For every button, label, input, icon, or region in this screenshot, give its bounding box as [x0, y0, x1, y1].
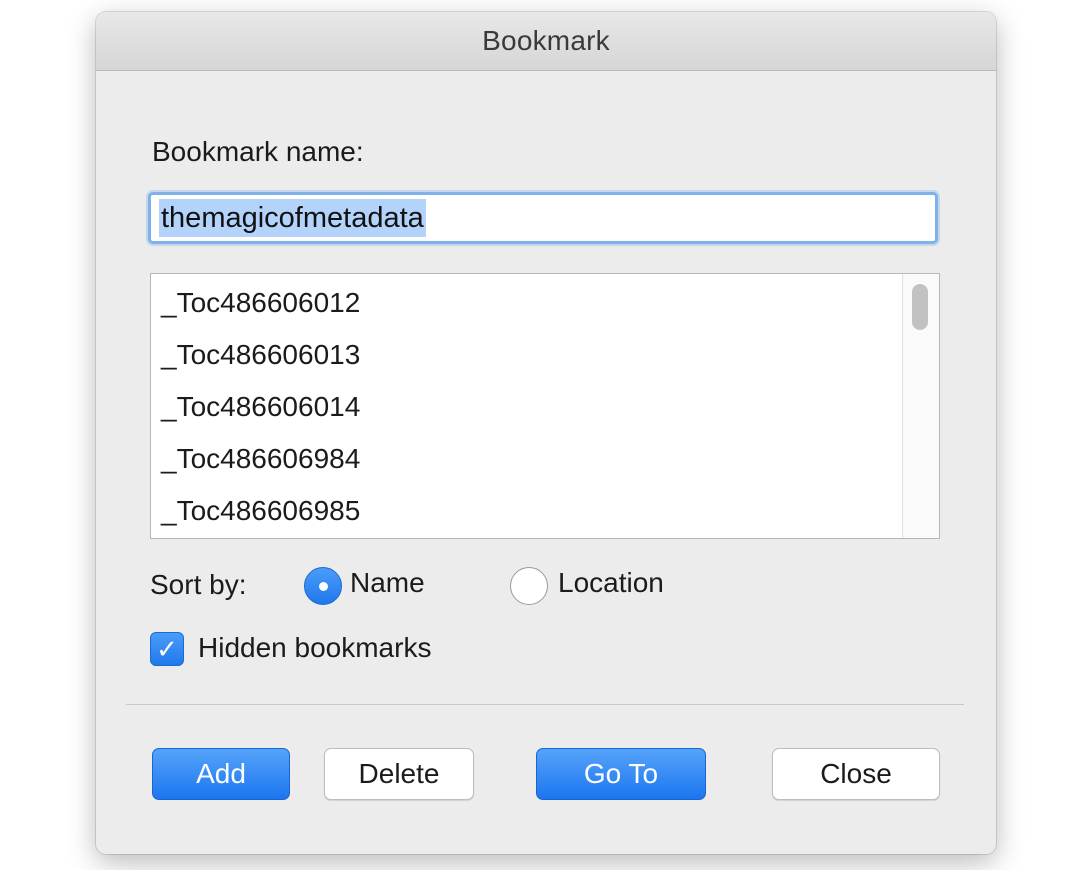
- title-bar[interactable]: Bookmark: [96, 12, 996, 71]
- list-item[interactable]: _Toc486606984: [161, 434, 360, 484]
- add-button[interactable]: Add: [152, 748, 290, 800]
- dialog-title: Bookmark: [482, 25, 610, 56]
- list-item[interactable]: _Toc486606013: [161, 330, 360, 380]
- list-item[interactable]: _Toc486606014: [161, 382, 360, 432]
- sort-by-label: Sort by:: [150, 569, 247, 600]
- scrollbar-thumb[interactable]: [912, 284, 928, 330]
- close-button[interactable]: Close: [772, 748, 940, 800]
- sort-name-radio[interactable]: [304, 567, 342, 605]
- bookmark-name-value: themagicofmetadata: [159, 199, 426, 237]
- radio-selected-dot-icon: [319, 582, 328, 591]
- hidden-bookmarks-label[interactable]: Hidden bookmarks: [198, 632, 431, 664]
- sort-location-radio[interactable]: [510, 567, 548, 605]
- list-scrollbar[interactable]: [902, 274, 939, 538]
- bookmark-list[interactable]: _Toc486606012 _Toc486606013 _Toc48660601…: [150, 273, 940, 539]
- list-item[interactable]: _Toc486606012: [161, 278, 360, 328]
- go-to-button[interactable]: Go To: [536, 748, 706, 800]
- bookmark-name-label: Bookmark name:: [152, 136, 364, 167]
- bookmark-dialog: Bookmark Bookmark name: themagicofmetada…: [96, 12, 996, 854]
- sort-name-label[interactable]: Name: [350, 567, 425, 599]
- divider: [126, 704, 964, 705]
- sort-location-label[interactable]: Location: [558, 567, 664, 599]
- bookmark-name-input[interactable]: themagicofmetadata: [148, 192, 938, 244]
- checkmark-icon: ✓: [156, 634, 178, 664]
- delete-button[interactable]: Delete: [324, 748, 474, 800]
- hidden-bookmarks-checkbox[interactable]: ✓: [150, 632, 184, 666]
- list-item[interactable]: _Toc486606985: [161, 486, 360, 536]
